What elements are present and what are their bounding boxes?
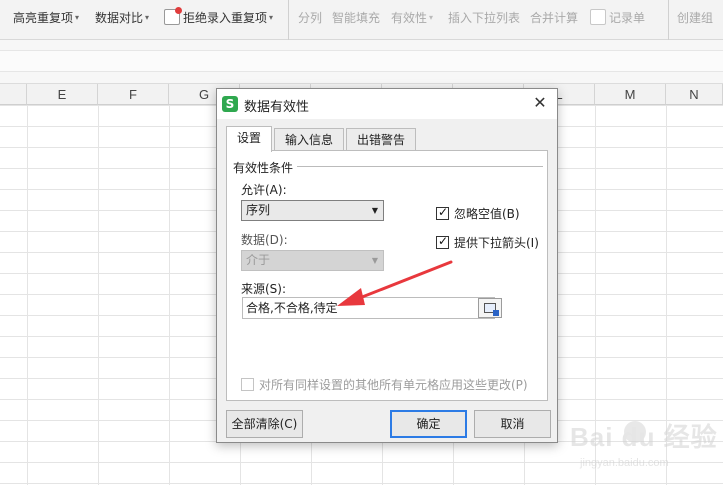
watermark-text: Bai du 经验: [570, 422, 718, 452]
baidu-jingyan-watermark: Bai du 经验 jingyan.baidu.com: [556, 407, 723, 485]
annotation-arrow-head: [337, 288, 365, 306]
watermark-subtext: jingyan.baidu.com: [580, 457, 669, 469]
validity-conditions-label: 有效性条件: [233, 159, 298, 176]
annotation-arrow-shaft: [350, 260, 453, 303]
tab-settings[interactable]: 设置: [226, 126, 273, 152]
